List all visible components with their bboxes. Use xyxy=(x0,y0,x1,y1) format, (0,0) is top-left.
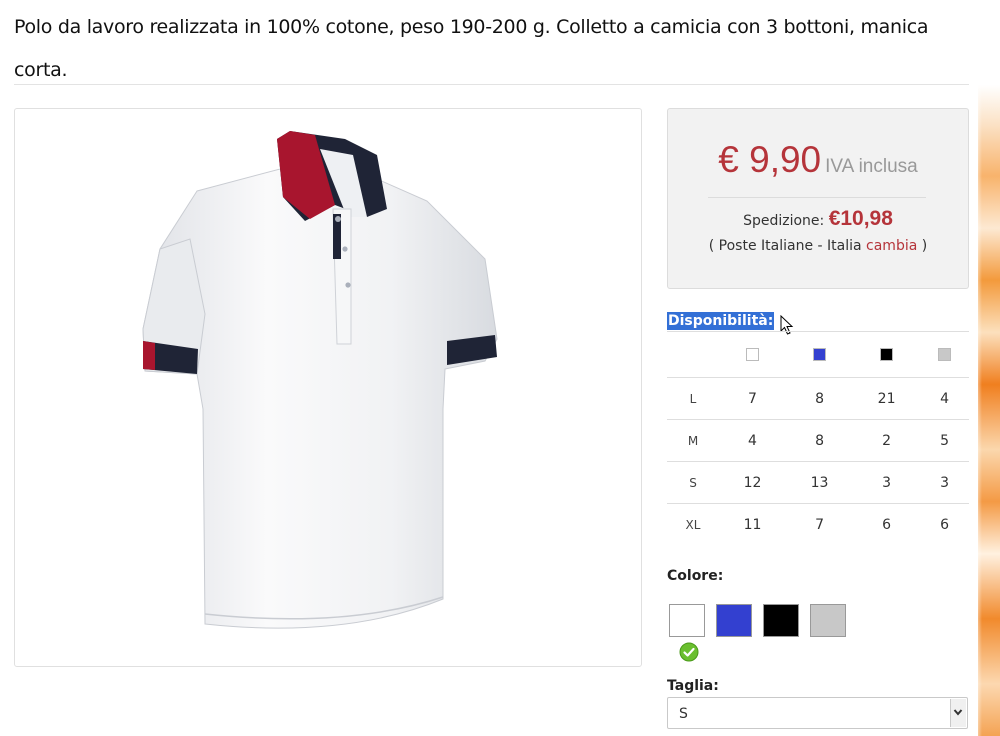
stock-cell: 6 xyxy=(920,503,969,545)
stock-cell: 4 xyxy=(920,377,969,420)
product-image[interactable] xyxy=(14,108,642,667)
availability-label: Disponibilità: xyxy=(667,312,775,330)
color-swatch-mini xyxy=(746,348,760,361)
availability-header-row xyxy=(667,331,969,378)
table-row: S 12 13 3 3 xyxy=(667,461,969,504)
color-swatch-mini xyxy=(880,348,894,361)
size-select[interactable]: S xyxy=(667,697,968,729)
divider xyxy=(14,84,969,85)
size-cell: XL xyxy=(667,503,719,545)
color-header-cell xyxy=(920,331,969,378)
color-header-cell xyxy=(719,331,787,378)
polo-shirt-image xyxy=(142,131,498,629)
chevron-down-icon xyxy=(953,709,963,716)
table-row: L 7 8 21 4 xyxy=(667,377,969,420)
color-option[interactable] xyxy=(763,604,799,637)
stock-cell: 12 xyxy=(719,461,787,504)
carrier-close: ) xyxy=(921,238,928,254)
stock-cell: 2 xyxy=(853,419,921,462)
stock-cell: 3 xyxy=(920,461,969,504)
shipping-carrier: ( Poste Italiane - Italia cambia ) xyxy=(668,238,968,254)
color-label: Colore: xyxy=(667,568,724,584)
price-amount: € 9,90 xyxy=(718,139,822,180)
availability-table: L 7 8 21 4 M 4 8 2 5 S 12 13 3 3 XL 11 7 6 6 xyxy=(667,331,969,545)
shipping-line: Spedizione: €10,98 xyxy=(668,207,968,231)
stock-cell: 4 xyxy=(719,419,787,462)
change-shipping-link[interactable]: cambia xyxy=(866,238,917,254)
background-flame-decoration xyxy=(972,85,1000,736)
stock-cell: 8 xyxy=(786,419,854,462)
stock-cell: 13 xyxy=(786,461,854,504)
stock-cell: 3 xyxy=(853,461,921,504)
shipping-label: Spedizione: xyxy=(743,213,825,229)
color-header-cell xyxy=(853,331,921,378)
size-selected-value: S xyxy=(679,706,688,722)
price-panel: € 9,90 IVA inclusa Spedizione: €10,98 ( P… xyxy=(667,108,969,289)
size-cell: S xyxy=(667,461,719,504)
price-line: € 9,90 IVA inclusa xyxy=(668,139,968,181)
color-option[interactable] xyxy=(810,604,846,637)
carrier-text: ( Poste Italiane - Italia xyxy=(708,238,862,254)
stock-cell: 6 xyxy=(853,503,921,545)
color-option[interactable] xyxy=(669,604,705,637)
shipping-amount: €10,98 xyxy=(828,207,893,230)
stock-cell: 7 xyxy=(786,503,854,545)
check-circle-icon xyxy=(679,642,699,662)
color-option[interactable] xyxy=(716,604,752,637)
size-label: Taglia: xyxy=(667,678,719,694)
table-row: XL 11 7 6 6 xyxy=(667,503,969,545)
stock-cell: 7 xyxy=(719,377,787,420)
stock-cell: 8 xyxy=(786,377,854,420)
product-description: Polo da lavoro realizzata in 100% cotone… xyxy=(14,16,929,81)
size-cell: M xyxy=(667,419,719,462)
stock-cell: 5 xyxy=(920,419,969,462)
color-header-cell xyxy=(786,331,854,378)
tax-note: IVA inclusa xyxy=(825,156,918,177)
stock-cell: 21 xyxy=(853,377,921,420)
divider xyxy=(708,197,926,198)
header-blank-cell xyxy=(667,331,719,378)
stock-cell: 11 xyxy=(719,503,787,545)
select-arrow-button[interactable] xyxy=(950,699,966,727)
table-row: M4825 xyxy=(667,419,969,462)
size-cell: L xyxy=(667,377,719,420)
color-swatch-mini xyxy=(938,348,952,361)
color-swatch-mini xyxy=(813,348,827,361)
